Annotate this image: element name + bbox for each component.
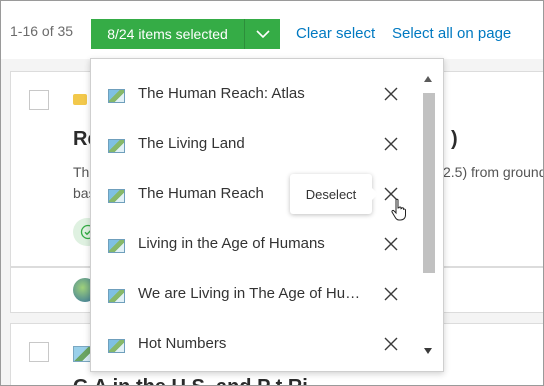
item-title: We are Living in The Age of Humans	[138, 285, 370, 302]
result-count: 1-16 of 35	[10, 23, 74, 39]
select-all-link[interactable]: Select all on page	[392, 25, 511, 42]
list-item[interactable]: We are Living in The Age of Humans	[91, 271, 421, 321]
close-icon[interactable]	[382, 135, 400, 153]
app-frame: Re ) Thi 2.5) from ground bas G A in the…	[0, 0, 544, 386]
web-map-icon	[108, 139, 125, 153]
folder-icon	[73, 94, 87, 105]
items-selected-button[interactable]: 8/24 items selected	[91, 19, 245, 49]
select-checkbox[interactable]	[29, 90, 49, 110]
scroll-up-arrow-icon[interactable]	[424, 75, 432, 83]
item-title: The Living Land	[138, 135, 245, 152]
scroll-down-arrow-icon[interactable]	[424, 347, 432, 355]
deselect-tooltip: Deselect	[290, 174, 378, 214]
web-map-icon	[108, 89, 125, 103]
web-map-icon	[108, 289, 125, 303]
clear-select-link[interactable]: Clear select	[296, 25, 375, 42]
close-icon[interactable]	[382, 235, 400, 253]
close-icon[interactable]	[382, 85, 400, 103]
list-item[interactable]: The Living Land	[91, 121, 421, 171]
selected-items-dropdown: The Human Reach: Atlas The Living Land T…	[90, 58, 444, 372]
list-item[interactable]: Living in the Age of Humans	[91, 221, 421, 271]
card-title[interactable]: G A in the U.S. and P t Ri	[73, 376, 308, 385]
web-map-icon	[108, 239, 125, 253]
item-title: Living in the Age of Humans	[138, 235, 325, 252]
selection-dropdown-toggle[interactable]	[245, 19, 280, 49]
scrollbar-thumb[interactable]	[423, 93, 435, 273]
chevron-down-icon	[255, 29, 270, 38]
item-title: Hot Numbers	[138, 335, 227, 352]
card-title-end: )	[451, 128, 458, 150]
selection-split-button: 8/24 items selected	[91, 19, 280, 49]
hand-pointer-icon	[391, 198, 406, 221]
web-map-icon	[108, 339, 125, 353]
select-checkbox[interactable]	[29, 342, 49, 362]
list-item[interactable]: The Human Reach: Atlas	[91, 71, 421, 121]
tooltip-text: Deselect	[305, 186, 357, 202]
card-description-end: 2.5) from ground	[443, 164, 544, 180]
close-icon[interactable]	[382, 335, 400, 353]
close-icon[interactable]	[382, 285, 400, 303]
web-map-icon	[108, 189, 125, 203]
selection-toolbar: 1-16 of 35 8/24 items selected Clear sel…	[1, 1, 543, 59]
list-item[interactable]: Hot Numbers	[91, 321, 421, 371]
item-title: The Human Reach: Atlas	[138, 85, 305, 102]
